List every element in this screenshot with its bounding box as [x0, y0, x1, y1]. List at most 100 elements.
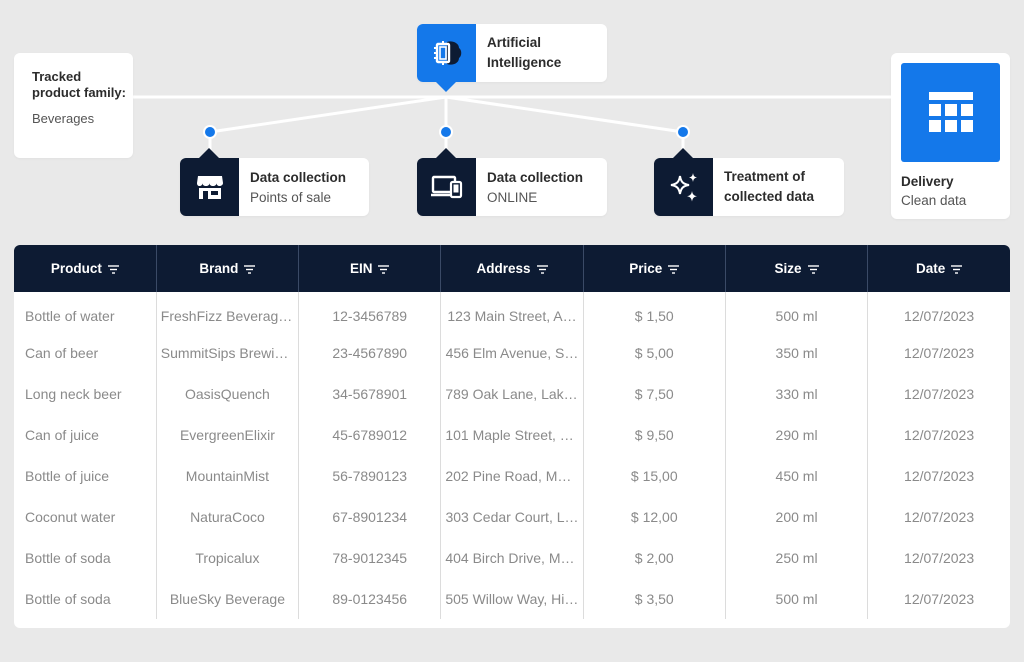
table-cell: 123 Main Street, A…	[440, 292, 584, 333]
table-cell: 12/07/2023	[904, 386, 975, 403]
table-cell: 290 ml	[725, 414, 869, 456]
table-row[interactable]: Long neck beer OasisQuench 34-5678901 789 O…	[14, 373, 1010, 415]
sparkles-icon	[670, 173, 697, 202]
table-row[interactable]: Bottle of soda Tropicalux 78-9012345 404 Bi…	[14, 537, 1010, 579]
step-treatment: Treatment of collected data	[654, 148, 844, 216]
table-cell: 12/07/2023	[904, 508, 975, 525]
table-cell: 45-6789012	[298, 414, 442, 456]
column-header[interactable]: Price	[583, 245, 726, 292]
node-dot	[203, 125, 217, 139]
table-cell: Bottle of juice	[14, 455, 157, 497]
step-icon-box	[654, 148, 713, 216]
devices-icon	[430, 175, 462, 199]
table-row[interactable]: Bottle of soda BlueSky Beverage 89-0123456…	[14, 578, 1010, 620]
tracked-family-value: Beverages	[32, 111, 95, 126]
table-header-row: Product Brand EIN Address Price Size Date	[14, 245, 1010, 292]
column-header[interactable]: Date	[867, 245, 1010, 292]
delivery-subtitle: Clean data	[901, 193, 967, 208]
filter-icon[interactable]	[378, 265, 390, 274]
table-cell: 78-9012345	[298, 537, 442, 579]
step-subtitle: Points of sale	[250, 189, 332, 205]
ai-title-line1: Artificial	[487, 35, 542, 50]
ai-icon-box	[417, 24, 476, 92]
table-cell: SummitSips Brewin…	[156, 332, 300, 374]
table-cell: 12-3456789	[298, 292, 442, 333]
table-cell: Bottle of water	[14, 292, 157, 333]
table-cell: 330 ml	[725, 373, 869, 415]
node-dot	[676, 125, 690, 139]
table-cell: Bottle of soda	[14, 537, 157, 579]
step-title-line2: collected data	[724, 189, 815, 204]
table-cell: Long neck beer	[14, 373, 157, 415]
delivery-card: Delivery Clean data	[891, 53, 1010, 219]
ai-card: Artificial Intelligence	[417, 24, 607, 92]
column-header-label: Brand	[199, 261, 239, 276]
table-cell: OasisQuench	[156, 373, 300, 415]
table-row[interactable]: Coconut water NaturaCoco 67-8901234 303 Ced…	[14, 496, 1010, 538]
table-cell: Tropicalux	[156, 537, 300, 579]
column-header[interactable]: Brand	[156, 245, 300, 292]
table-grid-icon	[928, 91, 973, 132]
table-cell: 67-8901234	[298, 496, 442, 538]
tracked-family-title: Tracked product family:	[32, 69, 126, 100]
table-cell: $ 1,50	[583, 292, 726, 333]
table-cell: Coconut water	[14, 496, 157, 538]
column-header[interactable]: Size	[725, 245, 869, 292]
table-cell: Can of juice	[14, 414, 157, 456]
delivery-title: Delivery	[901, 174, 954, 189]
table-cell: 500 ml	[725, 578, 869, 620]
step-title-line1: Treatment of	[724, 169, 806, 184]
column-header-label: Product	[50, 261, 102, 276]
table-cell: 12/07/2023	[904, 468, 975, 484]
table-cell: $ 15,00	[583, 455, 726, 497]
tracked-family-card: Tracked product family: Beverages	[14, 53, 133, 158]
column-header[interactable]: Address	[440, 245, 584, 292]
filter-icon[interactable]	[244, 265, 256, 274]
table-cell: Bottle of soda	[14, 578, 157, 620]
column-header[interactable]: EIN	[298, 245, 442, 292]
filter-icon[interactable]	[107, 265, 119, 274]
table-cell: 101 Maple Street, R…	[440, 414, 584, 456]
filter-icon[interactable]	[668, 265, 680, 274]
table-cell: NaturaCoco	[156, 496, 300, 538]
table-cell: $ 2,00	[583, 537, 726, 579]
table-cell: 200 ml	[725, 496, 869, 538]
table-cell: $ 3,50	[583, 578, 726, 620]
table-cell: 12/07/2023	[904, 427, 975, 444]
table-cell: $ 5,00	[583, 332, 726, 374]
table-row[interactable]: Can of juice EvergreenElixir 45-6789012 101…	[14, 414, 1010, 456]
table-cell: 56-7890123	[298, 455, 442, 497]
step-title: Data collection	[250, 169, 347, 185]
filter-icon[interactable]	[951, 265, 963, 274]
table-cell: 303 Cedar Court, L…	[440, 496, 584, 538]
table-cell: 12/07/2023	[904, 549, 975, 566]
step-subtitle: ONLINE	[487, 189, 538, 205]
table-cell: 202 Pine Road, Mo…	[440, 455, 584, 497]
step-pos-collection: Data collection Points of sale	[180, 148, 369, 216]
table-cell: 12/07/2023	[904, 308, 975, 325]
table-cell: 12/07/2023	[904, 345, 975, 362]
table-cell: EvergreenElixir	[156, 414, 300, 456]
table-row[interactable]: Bottle of water FreshFizz Beverages… 12-34…	[14, 292, 1010, 333]
table-cell: 34-5678901	[298, 373, 442, 415]
step-title: Data collection	[487, 169, 584, 185]
store-icon	[196, 176, 223, 199]
delivery-icon-box	[901, 63, 1000, 162]
table-cell: 404 Birch Drive, Me…	[440, 537, 584, 579]
table-cell: 789 Oak Lane, Lake…	[440, 373, 584, 415]
column-header[interactable]: Product	[14, 245, 157, 292]
table-body: Bottle of water FreshFizz Beverages… 12-34…	[14, 292, 1010, 620]
node-dot	[439, 125, 453, 139]
column-header-label: EIN	[349, 261, 373, 276]
table-cell: FreshFizz Beverages…	[156, 292, 300, 333]
table-cell: BlueSky Beverage	[156, 578, 300, 620]
table-row[interactable]: Can of beer SummitSips Brewin… 23-4567890 4…	[14, 332, 1010, 374]
table-cell: 23-4567890	[298, 332, 442, 374]
table-cell: 456 Elm Avenue, S…	[440, 332, 584, 374]
filter-icon[interactable]	[807, 265, 819, 274]
filter-icon[interactable]	[536, 265, 548, 274]
table-cell: MountainMist	[156, 455, 300, 497]
table-row[interactable]: Bottle of juice MountainMist 56-7890123 202…	[14, 455, 1010, 497]
ai-title-line2: Intelligence	[487, 55, 562, 70]
table-cell: $ 9,50	[583, 414, 726, 456]
